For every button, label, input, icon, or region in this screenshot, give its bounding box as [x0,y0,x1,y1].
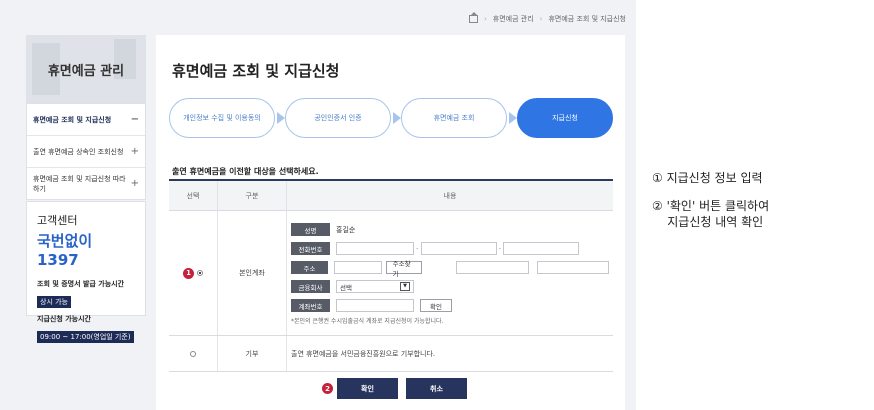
column-header: 구분 [217,179,287,211]
table-header-row: 선택 구분 내용 [169,179,613,211]
account-confirm-button[interactable]: 확인 [420,299,452,312]
customer-center-phone: 국번없이 1397 [37,232,93,269]
confirm-button[interactable]: 확인 [337,378,398,399]
phone-field-1[interactable] [336,242,414,255]
confirm-wrap: 2 확인 [322,378,398,399]
detail-cell: 성명 홍길순 전화번호 - - 주소 주소찾기 금융회사 선택 ▼ 계좌번호 확… [286,210,613,336]
screenshot-area: › 휴면예금 관리 › 휴면예금 조회 및 지급신청 휴면예금 관리 휴면예금 … [0,0,636,410]
customer-center: 고객센터 국번없이 1397 조회 및 증명서 발급 가능시간 상시 가능 지급… [26,201,146,343]
annotation-line: 지급신청 내역 확인 [652,215,764,230]
breadcrumb-item[interactable]: 휴면예금 조회 및 지급신청 [548,14,626,24]
dash-separator: - [498,244,502,253]
customer-center-title: 고객센터 [37,214,78,227]
hours-value: 상시 가능 [37,296,71,308]
main-content: 휴면예금 조회 및 지급신청 개인정보 수집 및 이용동의 공인인증서 인증 휴… [156,35,625,410]
step-certificate: 공인인증서 인증 [285,98,391,138]
step-arrow-icon [393,112,401,124]
field-label: 전화번호 [291,242,330,255]
address-search-button[interactable]: 주소찾기 [385,260,423,278]
radio-own-account[interactable] [197,270,203,276]
hours-value: 09:00 ~ 17:00(영업일 기준) [37,331,134,343]
type-cell: 기부 [217,335,287,372]
radio-donate[interactable] [190,350,196,357]
step-arrow-icon [509,112,517,124]
step-consent: 개인정보 수집 및 이용동의 [169,98,275,138]
step-arrow-icon [277,112,285,124]
breadcrumb-item[interactable]: 휴면예금 관리 [493,14,534,24]
field-label: 계좌번호 [291,299,330,312]
field-label: 금융회사 [291,280,330,293]
expand-icon: + [130,146,139,157]
step-badge: 1 [183,267,194,279]
field-label: 주소 [291,261,329,274]
step-apply: 지급신청 [517,98,613,138]
chevron-down-icon: ▼ [400,282,410,291]
cancel-button[interactable]: 취소 [406,378,467,399]
address-field-1[interactable] [456,261,529,274]
home-icon[interactable] [468,12,478,23]
sidebar-item-inquiry[interactable]: 휴면예금 조회 및 지급신청 − [27,104,145,136]
account-row: 계좌번호 확인 [291,297,609,314]
sidebar-header: 휴면예금 관리 [26,35,146,103]
dash-separator: - [416,244,419,253]
column-header: 내용 [286,179,613,211]
name-value: 홍길순 [336,225,356,234]
step-badge: 2 [322,383,333,394]
step-progress: 개인정보 수집 및 이용동의 공인인증서 인증 휴면예금 조회 지급신청 [169,98,613,138]
sidebar-item-heir[interactable]: 출연 휴면예금 상속인 조회신청 + [27,136,145,168]
phone-field-3[interactable] [503,242,580,255]
sidebar-item-guide[interactable]: 휴면예금 조회 및 지급신청 따라하기 + [27,168,145,199]
account-field[interactable] [336,299,414,312]
sidebar-title: 휴면예금 관리 [47,63,125,79]
annotation-line: ① 지급신청 정보 입력 [652,171,763,185]
annotation-line: ② '확인' 버튼 클릭하여 [652,199,770,214]
sidebar-item-label: 휴면예금 조회 및 지급신청 [33,115,112,124]
bank-select-value: 선택 [340,283,352,292]
sidebar-menu: 휴면예금 조회 및 지급신청 − 출연 휴면예금 상속인 조회신청 + 휴면예금… [26,103,146,200]
select-cell [169,335,218,372]
detail-cell: 출연 휴면예금을 서민금융진흥원으로 기부합니다. [286,335,613,372]
account-note: *본인의 은행권 수시입출금식 계좌로 지급신청이 가능합니다. [291,318,444,325]
hours-label: 조회 및 증명서 발급 가능시간 [37,280,125,288]
action-buttons: 2 확인 취소 [322,378,467,399]
breadcrumb-separator: › [539,15,543,23]
bank-row: 금융회사 선택 ▼ [291,278,609,295]
address-field-2[interactable] [536,261,610,274]
table-row: 기부 출연 휴면예금을 서민금융진흥원으로 기부합니다. [169,335,613,372]
step-inquiry: 휴면예금 조회 [401,98,507,138]
expand-icon: + [130,178,139,189]
type-cell: 본인계좌 [217,210,287,336]
address-row: 주소 주소찾기 [291,259,610,278]
postcode-field[interactable] [334,261,382,274]
column-header: 선택 [169,179,218,211]
select-cell: 1 [169,210,218,336]
annotation-notes: ① 지급신청 정보 입력 ② '확인' 버튼 클릭하여 지급신청 내역 확인 [652,170,769,231]
sidebar-item-label: 출연 휴면예금 상속인 조회신청 [33,147,124,156]
page-title: 휴면예금 조회 및 지급신청 [172,62,340,80]
hours-label: 지급신청 가능시간 [37,315,91,323]
table-row: 1 본인계좌 성명 홍길순 전화번호 - - 주소 주소찾기 금융회사 선택 ▼… [169,210,613,336]
collapse-icon: − [130,114,139,125]
phone-row: 전화번호 - - [291,240,609,257]
field-label: 성명 [291,223,330,236]
bank-select[interactable]: 선택 ▼ [336,280,414,293]
phone-field-2[interactable] [420,242,497,255]
instruction-text: 출연 휴면예금을 이전할 대상을 선택하세요. [172,167,319,176]
breadcrumb-separator: › [483,15,487,23]
sidebar-item-label: 휴면예금 조회 및 지급신청 따라하기 [33,174,126,193]
breadcrumb: › 휴면예금 관리 › 휴면예금 조회 및 지급신청 [468,12,626,24]
name-row: 성명 홍길순 [291,221,609,238]
selection-table: 선택 구분 내용 1 본인계좌 성명 홍길순 전화번호 - - 주소 주소찾기 … [169,179,613,372]
